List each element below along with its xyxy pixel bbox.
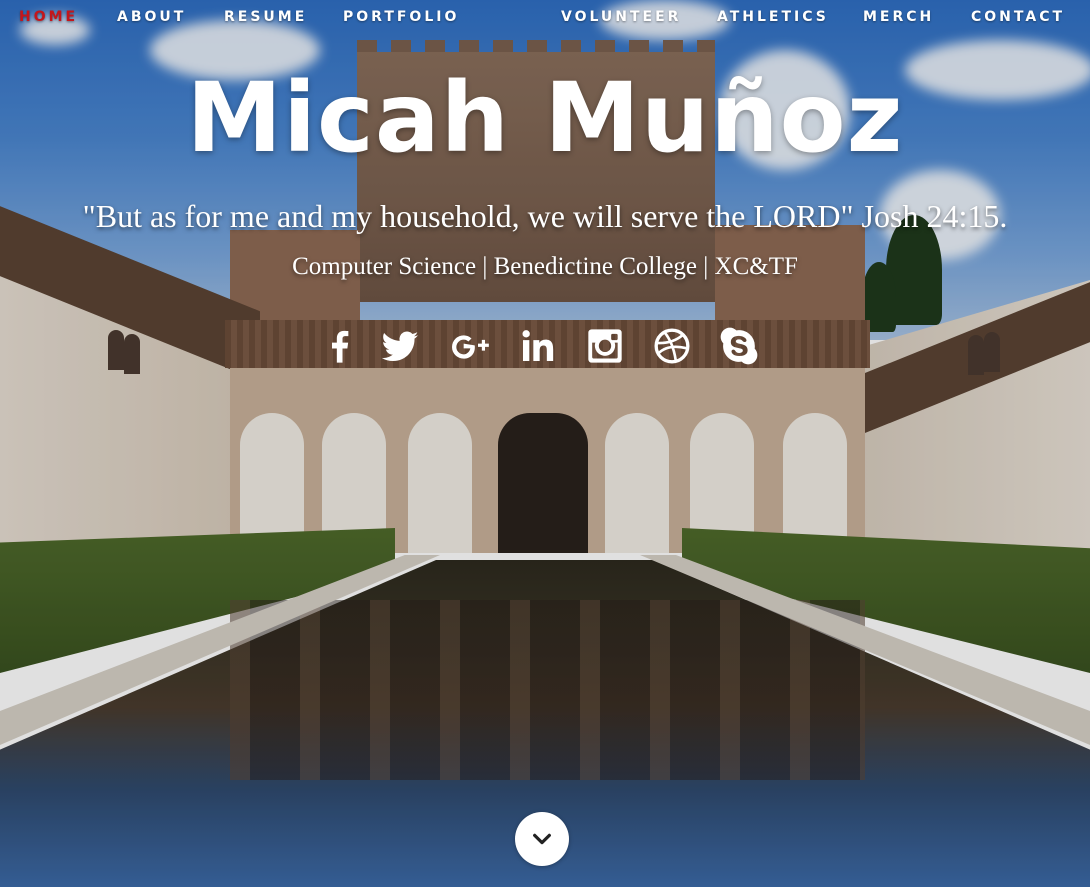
dribbble-icon[interactable] — [650, 324, 694, 368]
twitter-icon[interactable] — [378, 324, 422, 368]
instagram-icon[interactable] — [583, 324, 627, 368]
nav-about-link[interactable]: ABOUT — [117, 9, 186, 25]
nav-home-link[interactable]: HOME — [19, 9, 78, 25]
nav-portfolio-link[interactable]: PORTFOLIO — [343, 9, 459, 25]
nav-resume-link[interactable]: RESUME — [224, 9, 307, 25]
hero-subtitle: Computer Science | Benedictine College |… — [292, 253, 798, 280]
nav-volunteer-link[interactable]: VOLUNTEER — [561, 9, 681, 25]
linkedin-icon[interactable] — [516, 324, 560, 368]
nav-athletics-link[interactable]: ATHLETICS — [717, 9, 829, 25]
main-nav: HOME ABOUT RESUME PORTFOLIO VOLUNTEER AT… — [0, 0, 1090, 34]
skype-icon[interactable] — [717, 324, 761, 368]
scroll-down-button[interactable] — [515, 812, 569, 866]
chevron-down-icon — [533, 833, 551, 845]
hero-quote: "But as for me and my household, we will… — [82, 198, 1008, 234]
google-plus-icon[interactable] — [448, 324, 492, 368]
hero-title: Micah Muñoz — [186, 62, 904, 174]
nav-merch-link[interactable]: MERCH — [863, 9, 934, 25]
nav-contact-link[interactable]: CONTACT — [971, 9, 1065, 25]
facebook-icon[interactable] — [318, 324, 362, 368]
